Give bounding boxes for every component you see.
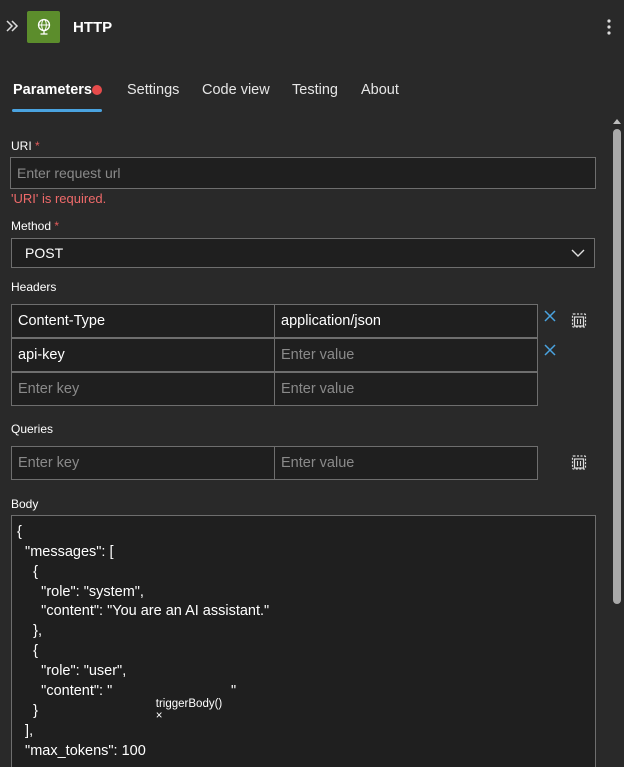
- code-line: ],: [17, 723, 34, 739]
- header-key-input[interactable]: Content-Type: [11, 304, 275, 338]
- required-mark: *: [35, 139, 40, 153]
- connector-tile: [27, 11, 60, 43]
- code-line: "messages": [: [17, 544, 114, 560]
- code-line: {: [17, 564, 38, 580]
- more-options-icon[interactable]: [603, 17, 615, 37]
- delete-all-icon[interactable]: [570, 311, 588, 329]
- tab-bar: Parameters Settings Code view Testing Ab…: [0, 80, 624, 114]
- uri-placeholder: Enter request url: [17, 165, 121, 181]
- code-line: "role": "system",: [17, 584, 144, 600]
- code-line: "content": "You are an AI assistant.": [17, 603, 270, 619]
- scrollbar-thumb[interactable]: [613, 129, 621, 604]
- header-value-input[interactable]: Enter value: [274, 372, 538, 406]
- panel-header: HTTP: [0, 0, 624, 56]
- code-line: {: [17, 643, 38, 659]
- tab-parameters[interactable]: Parameters: [13, 82, 92, 98]
- error-dot: [92, 85, 102, 95]
- method-label-text: Method: [11, 219, 52, 233]
- code-line: },: [17, 623, 42, 639]
- scroll-up-arrow-icon[interactable]: [611, 116, 623, 126]
- token-label: triggerBody(): [155, 698, 223, 710]
- code-line: "role": "user",: [17, 663, 127, 679]
- globe-icon: [37, 18, 50, 35]
- code-line: }: [17, 703, 38, 719]
- code-line: "max_tokens": 100: [17, 743, 146, 759]
- required-mark: *: [54, 219, 60, 233]
- tab-about[interactable]: About: [361, 82, 399, 98]
- query-key-input[interactable]: Enter key: [11, 446, 275, 480]
- header-value-input[interactable]: application/json: [274, 304, 538, 338]
- header-key-input[interactable]: Enter key: [11, 372, 275, 406]
- tab-testing[interactable]: Testing: [292, 82, 338, 98]
- header-key-input[interactable]: api-key: [11, 338, 275, 372]
- query-value-input[interactable]: Enter value: [274, 446, 538, 480]
- header-value-input[interactable]: Enter value: [274, 338, 538, 372]
- tab-code-view[interactable]: Code view: [202, 82, 270, 98]
- delete-row-icon[interactable]: [543, 343, 557, 357]
- chevron-down-icon: [571, 249, 585, 257]
- delete-all-icon[interactable]: [570, 453, 588, 471]
- uri-label-text: URI: [11, 139, 32, 153]
- token-remove-icon[interactable]: ×: [156, 710, 163, 722]
- uri-input[interactable]: Enter request url: [10, 157, 596, 189]
- body-label: Body: [11, 497, 39, 511]
- method-label: Method *: [11, 219, 59, 233]
- tab-settings[interactable]: Settings: [127, 82, 179, 98]
- method-select[interactable]: POST: [11, 238, 595, 268]
- dynamic-token-chip[interactable]: triggerBody() ×: [143, 686, 222, 734]
- active-tab-indicator: [12, 109, 102, 112]
- uri-error-message: 'URI' is required.: [11, 191, 107, 206]
- queries-label: Queries: [11, 422, 54, 436]
- uri-label: URI *: [11, 139, 40, 153]
- body-editor[interactable]: { "messages": [ { "role": "system", "con…: [11, 515, 596, 767]
- delete-row-icon[interactable]: [543, 309, 557, 323]
- method-value: POST: [25, 245, 64, 261]
- code-quote: ": [231, 683, 237, 699]
- collapse-panel-icon[interactable]: [4, 18, 20, 34]
- page-title: HTTP: [73, 19, 113, 36]
- headers-label: Headers: [11, 280, 57, 294]
- code-line: {: [17, 524, 22, 540]
- code-line: "content": ": [17, 683, 113, 699]
